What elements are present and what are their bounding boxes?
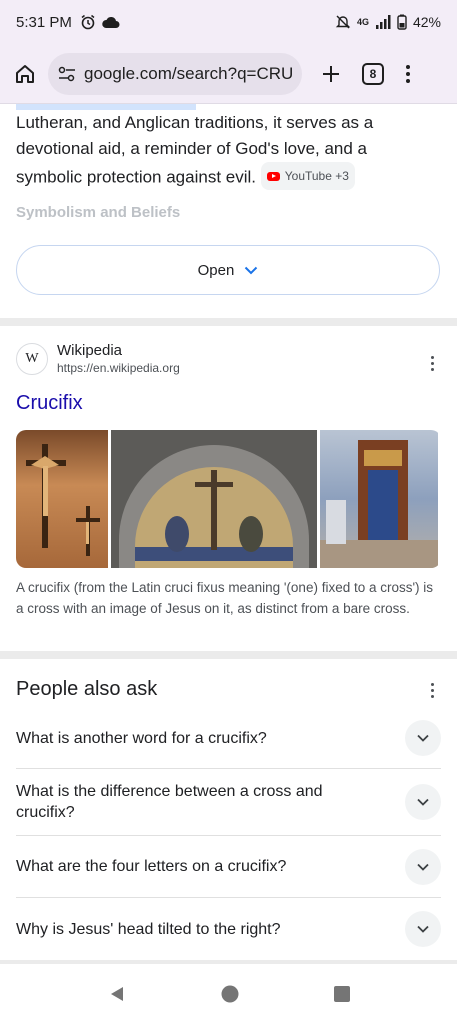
result-source[interactable]: W Wikipedia https://en.wikipedia.org <box>16 342 180 375</box>
expand-button[interactable] <box>405 848 441 885</box>
paa-item[interactable]: What is the difference between a cross a… <box>16 769 441 836</box>
system-nav-bar <box>0 964 457 1023</box>
paa-question: What is another word for a crucifix? <box>16 729 267 747</box>
result-title-link[interactable]: Crucifix <box>16 392 83 415</box>
url-text: google.com/search?q=CRUC <box>84 63 292 83</box>
paa-title: People also ask <box>16 678 158 700</box>
battery-icon <box>397 14 407 30</box>
menu-icon[interactable] <box>406 64 410 83</box>
cloud-icon <box>102 16 120 28</box>
section-divider <box>0 318 457 326</box>
back-icon[interactable] <box>108 985 126 1003</box>
expand-button[interactable] <box>405 911 441 947</box>
plus-icon <box>323 65 339 82</box>
source-chip-label: YouTube +3 <box>284 169 349 183</box>
expand-button[interactable] <box>405 720 441 756</box>
browser-toolbar: google.com/search?q=CRUC 8 <box>0 44 457 104</box>
source-url: https://en.wikipedia.org <box>57 361 180 375</box>
new-tab-button[interactable] <box>316 59 346 89</box>
source-name: Wikipedia <box>57 342 123 359</box>
source-chip[interactable]: YouTube +3 <box>260 162 355 190</box>
result-options-icon[interactable] <box>431 356 434 371</box>
search-results[interactable]: Lutheran, and Anglican traditions, it se… <box>0 104 457 964</box>
paa-item[interactable]: What are the four letters on a crucifix? <box>16 836 441 898</box>
paa-item[interactable]: Why is Jesus' head tilted to the right? <box>16 898 441 960</box>
status-bar: 5:31 PM 4G 42% <box>0 0 457 44</box>
home-button[interactable] <box>10 59 40 89</box>
home-nav-icon[interactable] <box>221 985 239 1003</box>
network-label: 4G <box>356 17 369 27</box>
section-divider <box>0 651 457 659</box>
faded-heading: Symbolism and Beliefs <box>16 204 181 221</box>
chevron-down-icon <box>245 266 258 274</box>
mute-icon <box>335 15 351 29</box>
chevron-down-icon <box>417 798 429 806</box>
battery-label: 42% <box>412 14 441 30</box>
chevron-down-icon <box>417 925 429 933</box>
open-button[interactable]: Open <box>16 245 440 295</box>
paa-options-icon[interactable] <box>431 683 434 698</box>
signal-icon <box>375 15 391 29</box>
result-caption: A crucifix (from the Latin cruci fixus m… <box>16 580 434 616</box>
paa-question: What is the difference between a cross a… <box>16 783 323 821</box>
recents-icon[interactable] <box>333 985 350 1002</box>
tune-icon[interactable] <box>58 66 76 82</box>
expand-button[interactable] <box>405 784 441 820</box>
tab-count: 8 <box>369 66 377 81</box>
address-bar[interactable]: google.com/search?q=CRUC <box>48 52 302 95</box>
paa-question: What are the four letters on a crucifix? <box>16 858 287 875</box>
chevron-down-icon <box>417 863 429 871</box>
youtube-icon <box>266 171 280 181</box>
result-image-lunette-fresco[interactable] <box>111 430 317 568</box>
result-image-crucifix-wall[interactable] <box>16 430 108 568</box>
home-icon <box>16 64 34 83</box>
paa-item[interactable]: What is another word for a crucifix? <box>16 708 441 769</box>
status-time: 5:31 PM <box>16 13 72 31</box>
alarm-icon <box>81 14 95 30</box>
open-label: Open <box>197 261 235 279</box>
result-image-altar[interactable] <box>320 430 438 568</box>
ai-overview-snippet: Lutheran, and Anglican traditions, it se… <box>16 110 436 191</box>
paa-question: Why is Jesus' head tilted to the right? <box>16 920 281 938</box>
tab-switcher-button[interactable]: 8 <box>362 62 384 85</box>
chevron-down-icon <box>417 734 429 742</box>
result-images <box>16 430 441 568</box>
wikipedia-logo: W <box>16 342 48 375</box>
